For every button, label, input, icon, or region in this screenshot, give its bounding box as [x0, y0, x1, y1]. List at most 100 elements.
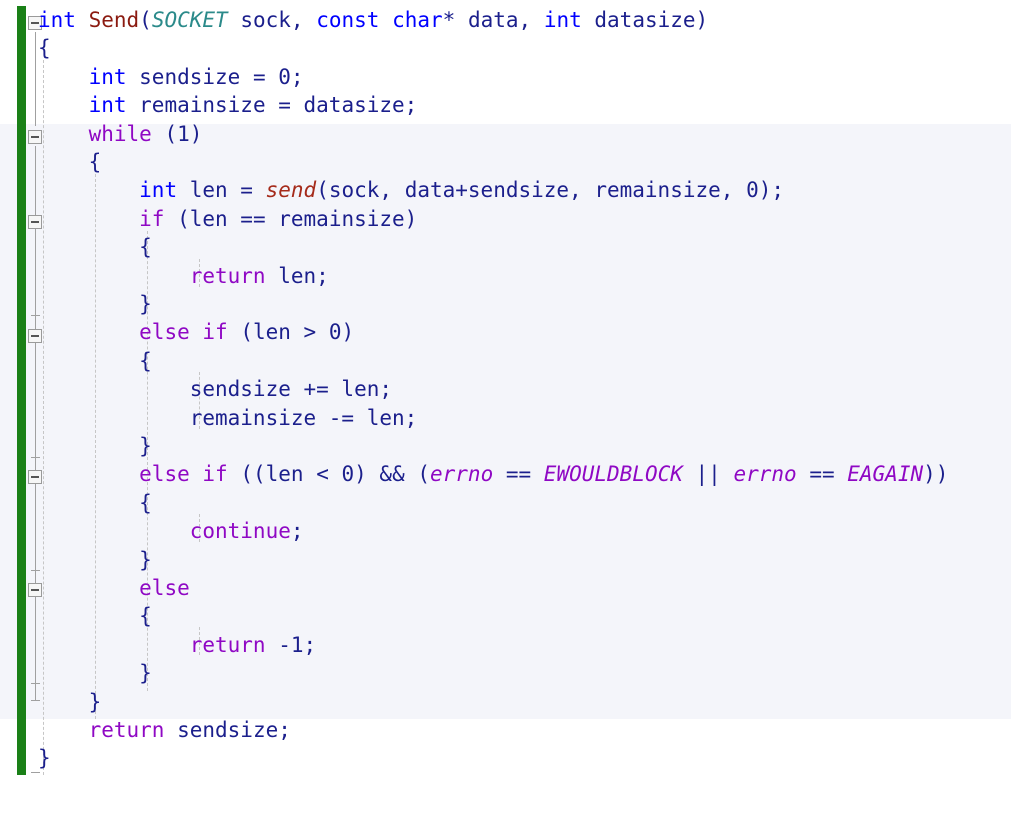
token-control: else	[139, 576, 190, 600]
code-line-text: {	[38, 233, 152, 261]
token-control: return	[189, 632, 266, 657]
code-line[interactable]: }	[0, 688, 1011, 716]
token-brace: }	[38, 746, 51, 771]
token-control: if	[139, 206, 165, 231]
token-control: else	[139, 320, 190, 345]
code-line[interactable]: remainsize -= len;	[0, 404, 1011, 432]
token-plain: remainsize = datasize;	[126, 93, 418, 118]
code-line[interactable]: else	[0, 574, 1011, 602]
token-number: 0	[328, 320, 342, 345]
code-line-text: {	[38, 489, 152, 517]
token-plain: datasize)	[581, 8, 709, 32]
code-line[interactable]: return sendsize;	[0, 716, 1011, 744]
source-code[interactable]: int Send(SOCKET sock, const char* data, …	[0, 0, 1011, 819]
token-control: if	[202, 462, 228, 487]
token-macro: errno	[430, 462, 494, 487]
code-line-text: while (1)	[38, 120, 203, 148]
token-plain: (	[151, 121, 178, 146]
code-line-text: return sendsize;	[38, 716, 291, 744]
token-macro: errno	[733, 462, 797, 487]
code-line-text: else if ((len < 0) && (errno == EWOULDBL…	[38, 460, 948, 488]
code-line[interactable]: {	[0, 602, 1011, 630]
token-plain: len =	[177, 178, 266, 203]
token-brace: {	[139, 490, 152, 515]
code-line-text: else	[38, 574, 190, 602]
token-plain: (len >	[227, 320, 329, 345]
token-plain: (len == remainsize)	[164, 206, 418, 231]
token-plain: ==	[796, 462, 848, 487]
code-line[interactable]: }	[0, 290, 1011, 318]
code-line[interactable]: if (len == remainsize)	[0, 205, 1011, 233]
token-keyword: int	[543, 8, 582, 32]
code-line-text: {	[38, 602, 152, 630]
token-keyword: int	[88, 93, 127, 118]
code-line[interactable]: else if ((len < 0) && (errno == EWOULDBL…	[0, 460, 1011, 488]
code-line[interactable]: {	[0, 34, 1011, 62]
token-brace: {	[139, 235, 152, 260]
token-control: while	[88, 121, 152, 146]
token-number: 1	[177, 121, 190, 146]
code-editor[interactable]: int Send(SOCKET sock, const char* data, …	[0, 0, 1011, 819]
token-control: return	[88, 718, 165, 742]
code-line[interactable]: return -1;	[0, 631, 1011, 659]
code-line[interactable]: }	[0, 546, 1011, 574]
code-line[interactable]: continue;	[0, 517, 1011, 545]
code-line-text: }	[38, 432, 152, 460]
code-line-text: {	[38, 347, 152, 375]
token-plain: ;	[290, 519, 304, 544]
code-line[interactable]: }	[0, 432, 1011, 460]
token-type: SOCKET	[151, 8, 228, 32]
code-line[interactable]: {	[0, 233, 1011, 261]
code-line[interactable]: {	[0, 489, 1011, 517]
token-func-def: Send	[88, 8, 140, 32]
token-brace: {	[88, 150, 102, 174]
token-plain: )	[341, 320, 355, 345]
token-plain: ;	[303, 632, 317, 657]
code-line-text: remainsize -= len;	[38, 404, 418, 432]
token-keyword: char	[392, 8, 443, 32]
code-line-text: }	[38, 659, 152, 687]
token-control: return	[189, 263, 266, 288]
code-line[interactable]: }	[0, 659, 1011, 687]
token-macro: EWOULDBLOCK	[543, 462, 683, 487]
token-plain: (sock, data+sendsize, remainsize,	[316, 178, 747, 203]
code-line-text: int remainsize = datasize;	[38, 91, 418, 119]
code-line[interactable]: {	[0, 148, 1011, 176]
code-line[interactable]: while (1)	[0, 120, 1011, 148]
token-plain: * data,	[442, 8, 544, 32]
code-line[interactable]: int remainsize = datasize;	[0, 91, 1011, 119]
code-line[interactable]: int Send(SOCKET sock, const char* data, …	[0, 6, 1011, 34]
token-number: 0	[746, 178, 759, 203]
token-brace: }	[139, 661, 152, 686]
code-line[interactable]: }	[0, 744, 1011, 772]
token-brace: {	[139, 348, 152, 373]
code-line-text: else if (len > 0)	[38, 318, 354, 346]
token-control: if	[202, 320, 228, 345]
code-line-text: {	[38, 34, 51, 62]
token-plain: )	[189, 121, 203, 146]
code-line-text: continue;	[38, 517, 304, 545]
code-line[interactable]: return len;	[0, 262, 1011, 290]
code-line[interactable]: int len = send(sock, data+sendsize, rema…	[0, 176, 1011, 204]
code-line[interactable]: int sendsize = 0;	[0, 63, 1011, 91]
code-line[interactable]: {	[0, 347, 1011, 375]
token-plain: ==	[493, 462, 544, 487]
code-line[interactable]: else if (len > 0)	[0, 318, 1011, 346]
code-line-text: }	[38, 290, 152, 318]
code-line[interactable]: sendsize += len;	[0, 375, 1011, 403]
token-keyword: const	[316, 8, 380, 32]
